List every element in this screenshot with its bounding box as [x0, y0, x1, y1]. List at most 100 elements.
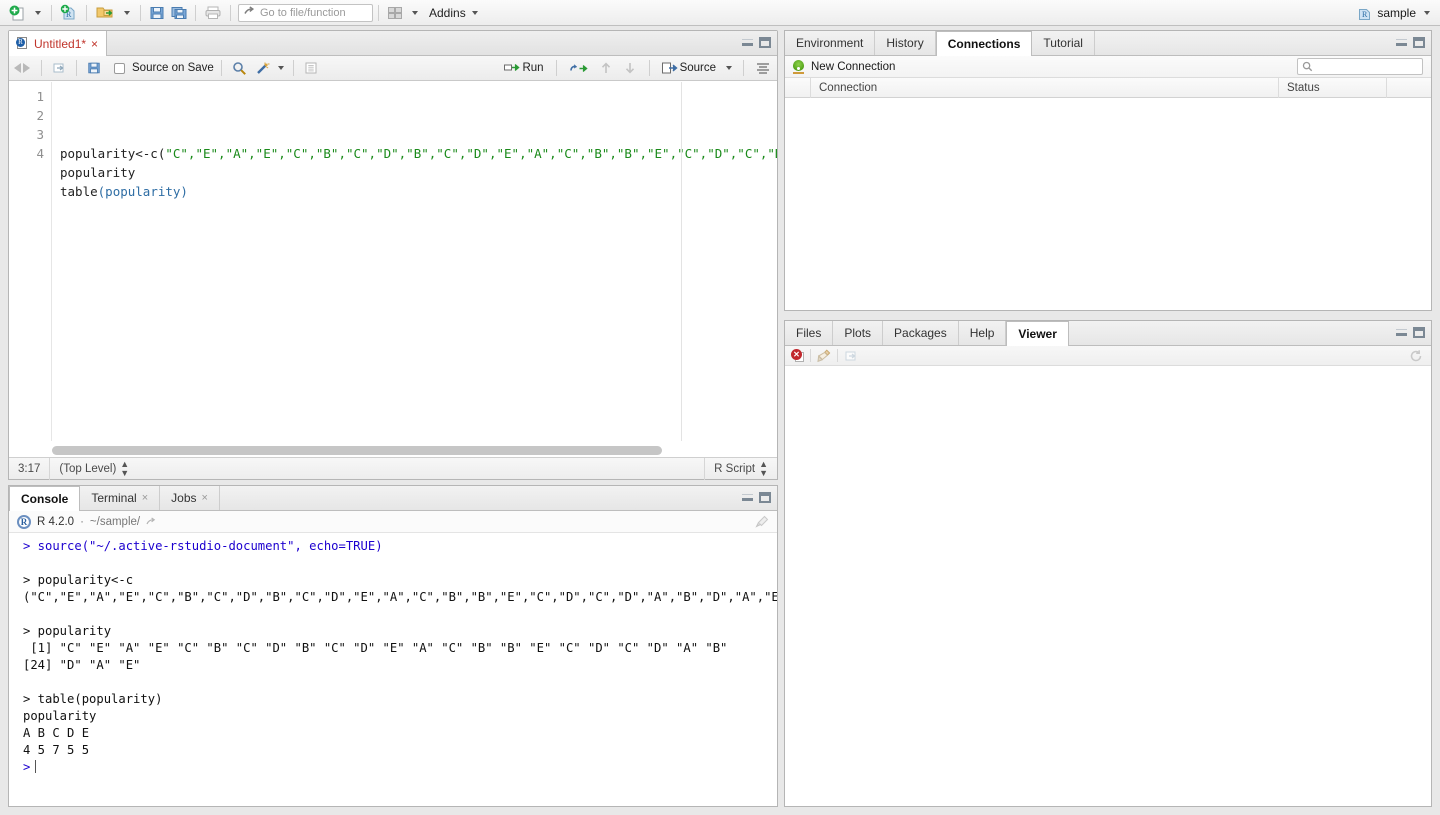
run-button[interactable]: Run: [501, 57, 546, 79]
maximize-icon[interactable]: [1413, 37, 1425, 48]
new-project-button[interactable]: R: [57, 2, 81, 24]
scope-caret-icon: ▲ ▼: [120, 458, 130, 478]
source-options-icon[interactable]: [753, 57, 773, 79]
line-number: 2: [36, 108, 44, 123]
broom-icon[interactable]: [817, 348, 831, 363]
tab-plots[interactable]: Plots: [833, 321, 884, 345]
new-connection-label[interactable]: New Connection: [811, 61, 895, 73]
code-tools-dropdown-icon[interactable]: [277, 66, 284, 70]
tab-environment[interactable]: Environment: [785, 31, 876, 55]
forward-icon[interactable]: [23, 63, 30, 73]
code-token: popularity<-c(: [60, 146, 166, 161]
minimize-icon[interactable]: [742, 37, 753, 46]
tab-label: Connections: [947, 37, 1021, 51]
column-header-blank: [785, 77, 811, 98]
addins-label[interactable]: Addins: [429, 6, 466, 20]
code-line: popularity<-c("C","E","A","E","C","B","C…: [60, 144, 777, 163]
maximize-icon[interactable]: [1413, 327, 1425, 338]
tab-help[interactable]: Help: [959, 321, 1007, 345]
column-header-connection[interactable]: Connection: [811, 77, 1279, 98]
working-directory-label: ~/sample/: [89, 515, 141, 528]
save-file-icon[interactable]: [84, 57, 104, 79]
tab-terminal[interactable]: Terminal ×: [80, 486, 161, 510]
minimize-icon[interactable]: [742, 492, 753, 501]
scope-selector[interactable]: (Top Level) ▲ ▼: [50, 458, 138, 480]
addins-dropdown[interactable]: [466, 2, 483, 24]
workspace-panes-button[interactable]: [384, 2, 406, 24]
open-file-dropdown[interactable]: [118, 2, 135, 24]
tab-label: Tutorial: [1043, 36, 1083, 50]
console-output[interactable]: > source("~/.active-rstudio-document", e…: [9, 534, 777, 806]
open-directory-icon[interactable]: [146, 516, 158, 528]
editor-horizontal-scrollbar[interactable]: [52, 443, 771, 457]
run-previous-icon[interactable]: [596, 57, 616, 79]
tab-label: History: [886, 36, 924, 50]
close-icon[interactable]: ×: [91, 37, 98, 51]
code-tools-icon[interactable]: [252, 57, 273, 79]
connections-toolbar: New Connection: [785, 56, 1431, 78]
new-file-dropdown[interactable]: [29, 2, 46, 24]
tab-connections[interactable]: Connections: [935, 31, 1033, 56]
source-dropdown-icon[interactable]: [726, 66, 732, 70]
tab-label: Environment: [796, 36, 864, 50]
source-button[interactable]: Source: [659, 57, 719, 79]
tab-label: Jobs: [171, 491, 197, 505]
open-file-button[interactable]: [92, 2, 118, 24]
tab-history[interactable]: History: [875, 31, 936, 55]
minimize-icon[interactable]: [1396, 327, 1407, 336]
connections-search-input[interactable]: [1297, 58, 1423, 75]
file-type-caret-icon: ▲ ▼: [759, 458, 768, 478]
project-name: sample: [1377, 6, 1416, 20]
console-line: popularity: [23, 709, 97, 723]
editor-body[interactable]: 1 2 3 4 popularity<-c("C","E","A","E","C","…: [9, 82, 777, 441]
console-line: > popularity: [23, 624, 112, 638]
save-all-button[interactable]: [168, 2, 190, 24]
go-to-file-input[interactable]: Go to file/function: [238, 3, 373, 22]
forward-arrow-icon: [244, 6, 255, 14]
column-header-status[interactable]: Status: [1279, 77, 1387, 98]
tab-console[interactable]: Console: [9, 486, 81, 511]
close-icon[interactable]: ×: [202, 492, 208, 504]
close-icon[interactable]: ×: [142, 492, 148, 504]
code-area[interactable]: popularity<-c("C","E","A","E","C","B","C…: [52, 82, 777, 441]
print-button[interactable]: [201, 2, 225, 24]
back-icon[interactable]: [14, 63, 21, 73]
tab-files[interactable]: Files: [785, 321, 834, 345]
file-type-selector[interactable]: R Script ▲ ▼: [705, 458, 777, 480]
popout-icon[interactable]: [844, 349, 858, 363]
clear-console-icon[interactable]: [755, 515, 769, 529]
run-label: Run: [522, 62, 544, 74]
new-file-button[interactable]: [6, 2, 29, 24]
refresh-icon[interactable]: [1409, 349, 1423, 363]
minimize-icon[interactable]: [1396, 37, 1407, 46]
viewer-content[interactable]: [785, 367, 1431, 806]
document-outline-icon[interactable]: [301, 57, 321, 79]
maximize-icon[interactable]: [759, 492, 771, 503]
stop-icon[interactable]: ✕: [791, 349, 804, 362]
source-on-save-checkbox[interactable]: [114, 62, 125, 74]
workspace-panes-dropdown[interactable]: [406, 2, 423, 24]
svg-text:R: R: [1362, 10, 1368, 19]
show-in-new-window-icon[interactable]: [49, 57, 69, 79]
maximize-icon[interactable]: [759, 37, 771, 48]
tab-viewer[interactable]: Viewer: [1006, 321, 1069, 346]
tab-tutorial[interactable]: Tutorial: [1032, 31, 1095, 55]
find-replace-icon[interactable]: [229, 57, 250, 79]
save-button[interactable]: [146, 2, 168, 24]
console-cursor: [35, 760, 37, 773]
tab-packages[interactable]: Packages: [883, 321, 959, 345]
toolbar-divider-6: [378, 4, 379, 21]
tab-jobs[interactable]: Jobs ×: [160, 486, 220, 510]
toolbar-divider-2: [86, 4, 87, 21]
rerun-button[interactable]: [566, 57, 592, 79]
code-token: popularity: [60, 165, 136, 180]
margin-guide: [681, 82, 682, 441]
project-selector[interactable]: R sample: [1357, 0, 1432, 26]
console-prompt-line[interactable]: >: [23, 759, 771, 776]
scrollbar-thumb[interactable]: [52, 446, 662, 455]
run-next-icon[interactable]: [620, 57, 640, 79]
column-header-trailing: [1387, 78, 1431, 98]
source-tab-untitled1[interactable]: R Untitled1* ×: [9, 31, 108, 56]
r-logo-icon: R: [17, 514, 31, 529]
